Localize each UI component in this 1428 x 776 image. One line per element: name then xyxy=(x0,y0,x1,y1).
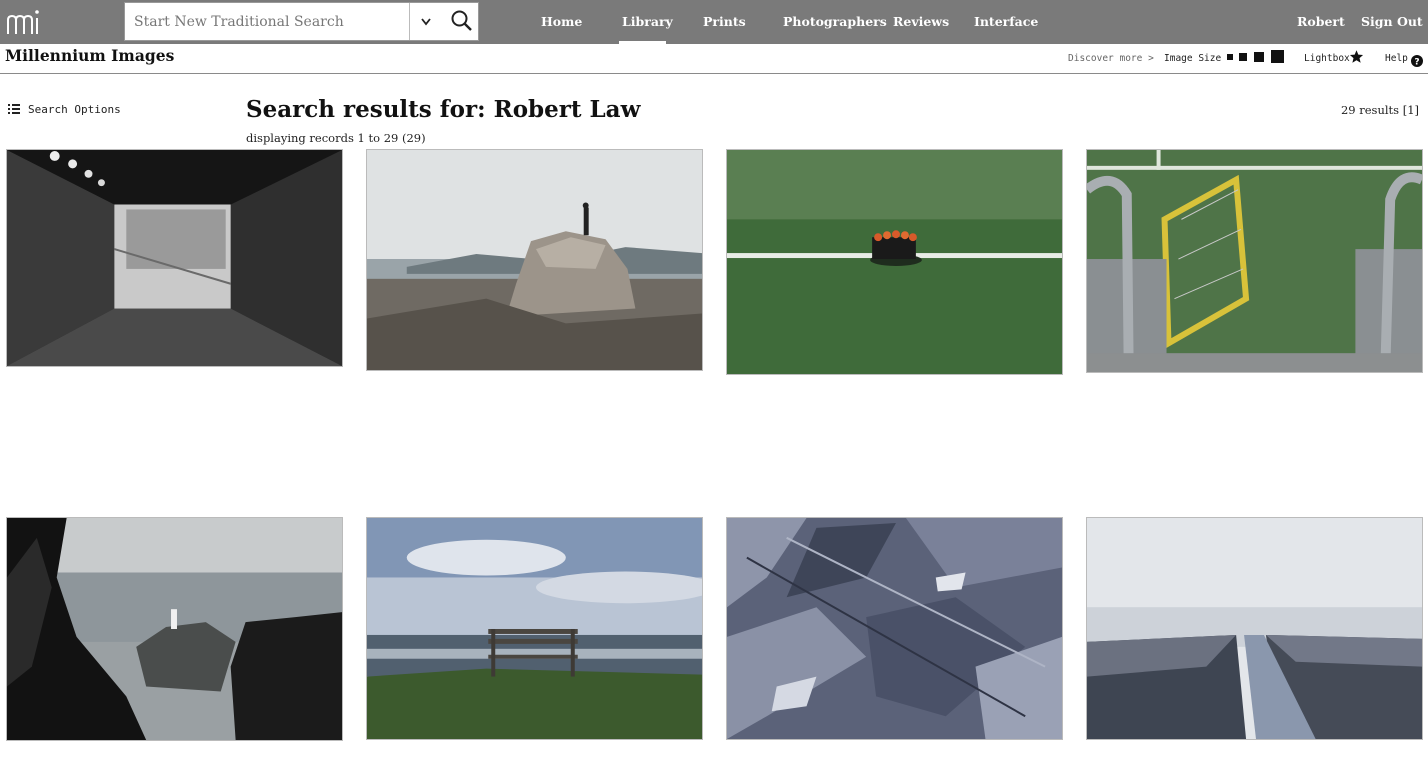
list-icon xyxy=(8,104,20,114)
header-divider xyxy=(0,73,1428,74)
result-thumbnail-figure-on-rock[interactable] xyxy=(366,149,703,371)
discover-more-link[interactable]: Discover more > xyxy=(1068,53,1154,64)
star-icon[interactable] xyxy=(1349,49,1364,64)
nav-reviews[interactable]: Reviews xyxy=(893,0,949,44)
result-thumbnail-slate-shards[interactable] xyxy=(726,517,1063,740)
image-size-m-button[interactable] xyxy=(1254,52,1264,62)
user-name-link[interactable]: Robert xyxy=(1297,0,1345,44)
results-title: Search results for: Robert Law xyxy=(246,96,641,123)
result-thumbnail-yellow-gate-on-pitch[interactable] xyxy=(1086,149,1423,373)
result-thumbnail-bench-by-sea[interactable] xyxy=(366,517,703,740)
sign-out-link[interactable]: Sign Out xyxy=(1361,0,1423,44)
lightbox-link[interactable]: Lightbox xyxy=(1304,53,1350,64)
image-size-s-button[interactable] xyxy=(1239,53,1247,61)
result-thumbnail-underpass-tunnel[interactable] xyxy=(6,149,343,367)
search-input[interactable] xyxy=(125,3,409,40)
result-thumbnail-bottle-crate-on-pitch[interactable] xyxy=(726,149,1063,375)
help-link[interactable]: Help xyxy=(1385,53,1408,64)
site-title[interactable]: Millennium Images xyxy=(5,46,174,65)
search-icon[interactable] xyxy=(449,8,475,34)
image-size-l-button[interactable] xyxy=(1271,50,1284,63)
result-thumbnail-lighthouse-cliffs[interactable] xyxy=(6,517,343,741)
nav-home[interactable]: Home xyxy=(541,0,582,44)
result-thumbnail-misty-stream[interactable] xyxy=(1086,517,1423,740)
nav-prints[interactable]: Prints xyxy=(703,0,746,44)
results-range: displaying records 1 to 29 (29) xyxy=(246,131,426,145)
top-navigation-bar: Home Library Prints Photographers Review… xyxy=(0,0,1428,44)
image-size-xs-button[interactable] xyxy=(1227,54,1233,60)
results-count[interactable]: 29 results [1] xyxy=(1341,103,1419,117)
search-box xyxy=(124,2,479,41)
millennium-images-logo[interactable] xyxy=(6,4,40,38)
chevron-down-icon[interactable] xyxy=(415,12,437,32)
nav-library[interactable]: Library xyxy=(622,0,673,44)
svg-text:?: ? xyxy=(1414,57,1419,67)
help-icon[interactable]: ? xyxy=(1411,52,1423,67)
search-divider xyxy=(409,3,410,40)
nav-photographers[interactable]: Photographers xyxy=(783,0,887,44)
image-size-label: Image Size xyxy=(1164,53,1222,64)
nav-active-indicator xyxy=(619,41,666,44)
nav-interface[interactable]: Interface xyxy=(974,0,1038,44)
search-options-label: Search Options xyxy=(28,103,121,116)
